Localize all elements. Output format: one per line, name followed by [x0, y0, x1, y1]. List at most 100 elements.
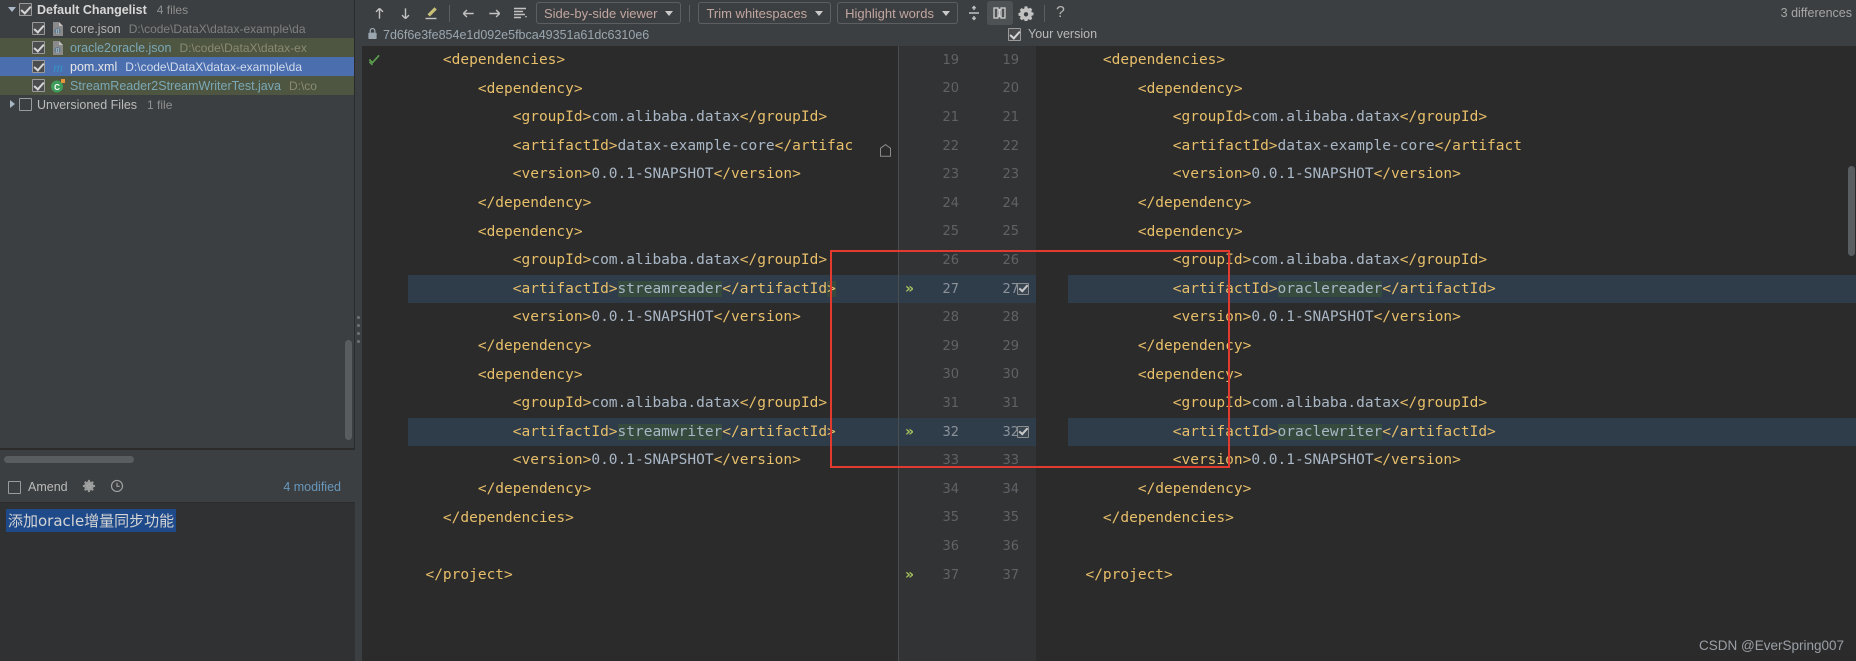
- code-line[interactable]: <artifactId>datax-example-core</artifact: [1068, 132, 1856, 161]
- left-code-content[interactable]: <dependencies> <dependency> <groupId>com…: [362, 46, 899, 589]
- gutter-row[interactable]: 30 30: [899, 361, 1036, 390]
- code-line[interactable]: <dependency>: [1068, 75, 1856, 104]
- left-code-pane[interactable]: <dependencies> <dependency> <groupId>com…: [362, 46, 899, 661]
- code-line[interactable]: <dependency>: [408, 361, 899, 390]
- arrow-up-icon[interactable]: [366, 1, 392, 25]
- list-item[interactable]: {} oracle2oracle.json D:\code\DataX\data…: [0, 38, 354, 57]
- list-item[interactable]: C StreamReader2StreamWriterTest.java D:\…: [0, 76, 354, 95]
- code-line[interactable]: <version>0.0.1-SNAPSHOT</version>: [408, 303, 899, 332]
- chevron-right-icon[interactable]: [6, 98, 19, 111]
- code-line[interactable]: <dependency>: [408, 218, 899, 247]
- list-lines-icon[interactable]: [507, 1, 533, 25]
- highlight-dropdown[interactable]: Highlight words: [837, 2, 958, 24]
- help-icon[interactable]: ?: [1050, 4, 1071, 22]
- code-line[interactable]: <dependencies>: [1068, 46, 1856, 75]
- list-item-unversioned[interactable]: Unversioned Files 1 file: [0, 95, 354, 114]
- pencil-icon[interactable]: [418, 1, 444, 25]
- collapse-unchanged-icon[interactable]: [961, 1, 987, 25]
- code-line[interactable]: [408, 532, 899, 561]
- gutter-row[interactable]: 22 22: [899, 132, 1036, 161]
- unversioned-checkbox[interactable]: [19, 98, 32, 111]
- changes-tree[interactable]: Default Changelist 4 files {} core.json …: [0, 0, 354, 448]
- apply-change-arrow-icon[interactable]: »: [905, 567, 914, 583]
- code-line[interactable]: <artifactId>oraclereader</artifactId>: [1068, 274, 1856, 304]
- code-line[interactable]: </dependencies>: [1068, 504, 1856, 533]
- code-line[interactable]: <artifactId>streamwriter</artifactId>: [408, 417, 899, 447]
- code-fold-icon[interactable]: [880, 143, 891, 157]
- file-checkbox[interactable]: [32, 79, 45, 92]
- apply-change-arrow-icon[interactable]: »: [905, 424, 914, 440]
- gutter-row[interactable]: 20 20: [899, 75, 1036, 104]
- list-item-pom-xml[interactable]: m pom.xml D:\code\DataX\datax-example\da: [0, 57, 354, 76]
- chevron-down-icon[interactable]: [6, 3, 19, 16]
- code-line[interactable]: </dependency>: [408, 189, 899, 218]
- right-code-pane[interactable]: <dependencies> <dependency> <groupId>com…: [1036, 46, 1856, 661]
- gutter-row[interactable]: 25 25: [899, 218, 1036, 247]
- code-line[interactable]: <version>0.0.1-SNAPSHOT</version>: [1068, 303, 1856, 332]
- code-line[interactable]: <artifactId>oraclewriter</artifactId>: [1068, 417, 1856, 447]
- list-item[interactable]: {} core.json D:\code\DataX\datax-example…: [0, 19, 354, 38]
- panel-splitter[interactable]: [355, 0, 362, 661]
- commit-message-field[interactable]: 添加oracle增量同步功能: [0, 502, 355, 661]
- code-line[interactable]: <version>0.0.1-SNAPSHOT</version>: [1068, 160, 1856, 189]
- code-line[interactable]: </project>: [408, 561, 899, 590]
- code-line[interactable]: </dependency>: [408, 332, 899, 361]
- code-line[interactable]: <groupId>com.alibaba.datax</groupId>: [1068, 389, 1856, 418]
- code-line[interactable]: <dependency>: [408, 75, 899, 104]
- amend-checkbox[interactable]: [8, 480, 21, 494]
- code-line[interactable]: </dependency>: [1068, 332, 1856, 361]
- arrow-down-icon[interactable]: [392, 1, 418, 25]
- gutter-row[interactable]: » 27 27: [899, 274, 1036, 304]
- code-line[interactable]: </dependency>: [408, 475, 899, 504]
- code-line[interactable]: <dependencies>: [408, 46, 899, 75]
- code-line[interactable]: <artifactId>datax-example-core</artifac: [408, 132, 899, 161]
- code-line[interactable]: <dependency>: [1068, 218, 1856, 247]
- gutter-row[interactable]: 34 34: [899, 475, 1036, 504]
- code-line[interactable]: [1068, 532, 1856, 561]
- arrow-left-icon[interactable]: [455, 1, 481, 25]
- gear-icon[interactable]: [1013, 1, 1039, 25]
- code-line[interactable]: <groupId>com.alibaba.datax</groupId>: [408, 103, 899, 132]
- file-checkbox[interactable]: [32, 41, 45, 54]
- code-line[interactable]: <version>0.0.1-SNAPSHOT</version>: [1068, 446, 1856, 475]
- code-line[interactable]: <dependency>: [1068, 361, 1856, 390]
- gutter-row[interactable]: 23 23: [899, 160, 1036, 189]
- file-checkbox[interactable]: [32, 60, 45, 73]
- viewer-mode-dropdown[interactable]: Side-by-side viewer: [536, 2, 682, 24]
- gutter-row[interactable]: 33 33: [899, 446, 1036, 475]
- gutter-row[interactable]: 24 24: [899, 189, 1036, 218]
- gutter-row[interactable]: 31 31: [899, 389, 1036, 418]
- gear-icon[interactable]: [82, 479, 96, 496]
- changes-vertical-scrollbar[interactable]: [345, 340, 352, 440]
- change-checkbox[interactable]: [1017, 426, 1029, 439]
- gutter-row[interactable]: » 37 37: [899, 561, 1036, 590]
- changelist-checkbox[interactable]: [19, 3, 32, 16]
- code-line[interactable]: </project>: [1068, 561, 1856, 590]
- changelist-row[interactable]: Default Changelist 4 files: [0, 0, 354, 19]
- code-line[interactable]: </dependency>: [1068, 189, 1856, 218]
- gutter-row[interactable]: 36 36: [899, 532, 1036, 561]
- right-pane-scrollbar[interactable]: [1848, 166, 1855, 256]
- gutter-row[interactable]: 19 19: [899, 46, 1036, 75]
- code-line[interactable]: </dependency>: [1068, 475, 1856, 504]
- code-line[interactable]: <groupId>com.alibaba.datax</groupId>: [408, 389, 899, 418]
- commit-message-text[interactable]: 添加oracle增量同步功能: [6, 509, 177, 532]
- synchronize-scroll-icon[interactable]: [986, 1, 1013, 25]
- diff-gutter[interactable]: 19 19 20 20 21 21 22 22 23 23 24 24 25 25 26 26» 27 27 28 2…: [899, 46, 1036, 661]
- right-code-content[interactable]: <dependencies> <dependency> <groupId>com…: [1036, 46, 1856, 589]
- gutter-row[interactable]: 21 21: [899, 103, 1036, 132]
- code-line[interactable]: </dependencies>: [408, 504, 899, 533]
- whitespace-dropdown[interactable]: Trim whitespaces: [698, 2, 832, 24]
- gutter-row[interactable]: 29 29: [899, 332, 1036, 361]
- code-line[interactable]: <version>0.0.1-SNAPSHOT</version>: [408, 160, 899, 189]
- gutter-row[interactable]: 35 35: [899, 504, 1036, 533]
- code-line[interactable]: <groupId>com.alibaba.datax</groupId>: [1068, 103, 1856, 132]
- your-version-checkbox[interactable]: [1008, 27, 1021, 41]
- code-line[interactable]: <groupId>com.alibaba.datax</groupId>: [1068, 246, 1856, 275]
- clock-icon[interactable]: [110, 479, 124, 496]
- code-line[interactable]: <artifactId>streamreader</artifactId>: [408, 274, 899, 304]
- code-line[interactable]: <version>0.0.1-SNAPSHOT</version>: [408, 446, 899, 475]
- gutter-row[interactable]: 28 28: [899, 303, 1036, 332]
- apply-change-arrow-icon[interactable]: »: [905, 281, 914, 297]
- file-checkbox[interactable]: [32, 22, 45, 35]
